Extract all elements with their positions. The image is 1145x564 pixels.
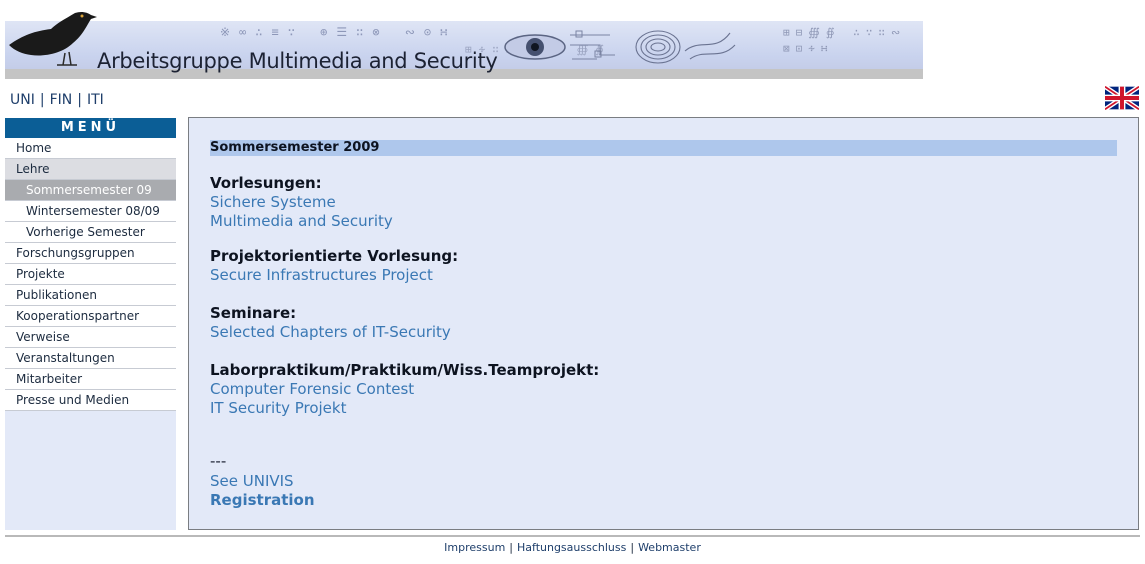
link-sichere-systeme[interactable]: Sichere Systeme [210,193,336,211]
link-multimedia-and-security[interactable]: Multimedia and Security [210,212,393,230]
sidebar-item-kooperationspartner[interactable]: Kooperationspartner [5,306,176,327]
link-impressum[interactable]: Impressum [444,541,505,554]
link-registration[interactable]: Registration [210,491,315,509]
sidebar-item-lehre[interactable]: Lehre [5,159,176,180]
menu-heading: MENÜ [5,118,176,138]
link-computer-forensic-contest[interactable]: Computer Forensic Contest [210,380,414,398]
separator-dashes: --- [210,452,227,470]
section-heading-vorlesungen: Vorlesungen: [210,174,322,192]
sidebar-item-sommersemester-09[interactable]: Sommersemester 09 [5,180,176,201]
separator: | [509,541,513,554]
banner-decoration: ※∞∴≡∵ ⊕☰∷⊗ ∾⊙∺ [220,25,457,39]
link-selected-chapters[interactable]: Selected Chapters of IT-Security [210,323,451,341]
link-iti[interactable]: ITI [87,92,104,108]
sidebar-item-presse-und-medien[interactable]: Presse und Medien [5,390,176,411]
separator: | [77,92,82,108]
separator: | [630,541,635,554]
link-fin[interactable]: FIN [50,92,73,108]
sidebar-item-verweise[interactable]: Verweise [5,327,176,348]
separator: | [39,92,45,108]
header-banner: ※∞∴≡∵ ⊕☰∷⊗ ∾⊙∺ ⊞∻∷⊠ ⌘∾ ∰∯ ⊞⊟∰∯ ∴∵∷∾ ⊠⊡∻∺… [5,21,923,79]
sidebar-item-home[interactable]: Home [5,138,176,159]
sidebar-item-forschungsgruppen[interactable]: Forschungsgruppen [5,243,176,264]
site-title: Arbeitsgruppe Multimedia and Security [97,49,498,73]
top-links: UNI | FIN | ITI [10,92,104,108]
fingerprint-graphic-icon [635,30,736,64]
sidebar-item-projekte[interactable]: Projekte [5,264,176,285]
link-haftungsausschluss[interactable]: Haftungsausschluss [517,541,626,554]
sidebar-item-mitarbeiter[interactable]: Mitarbeiter [5,369,176,390]
section-heading-projektorientierte-vorlesung: Projektorientierte Vorlesung: [210,247,459,265]
banner-decoration-3: ⊞⊟∰∯ ∴∵∷∾ ⊠⊡∻∺ [783,26,907,55]
link-webmaster[interactable]: Webmaster [638,541,701,554]
section-heading-seminare: Seminare: [210,304,297,322]
blackbird-logo-icon [9,11,97,66]
section-heading-laborpraktikum: Laborpraktikum/Praktikum/Wiss.Teamprojek… [210,361,600,379]
eye-graphic-icon [504,30,615,60]
sidebar-item-vorherige-semester[interactable]: Vorherige Semester [5,222,176,243]
sidebar-item-wintersemester-08-09[interactable]: Wintersemester 08/09 [5,201,176,222]
link-uni[interactable]: UNI [10,92,35,108]
sidebar-menu: MENÜ Home Lehre Sommersemester 09 Winter… [5,118,176,530]
sidebar-item-veranstaltungen[interactable]: Veranstaltungen [5,348,176,369]
link-see-univis[interactable]: See UNIVIS [210,472,294,490]
semester-title: Sommersemester 2009 [210,140,1117,156]
footer-divider [5,535,1140,537]
main-content: Sommersemester 2009 Vorlesungen: Sichere… [188,117,1139,530]
link-it-security-projekt[interactable]: IT Security Projekt [210,399,346,417]
footer: Impressum | Haftungsausschluss | Webmaster [0,541,1145,554]
sidebar-item-publikationen[interactable]: Publikationen [5,285,176,306]
link-secure-infrastructures-project[interactable]: Secure Infrastructures Project [210,266,433,284]
uk-flag-icon[interactable] [1105,86,1139,110]
